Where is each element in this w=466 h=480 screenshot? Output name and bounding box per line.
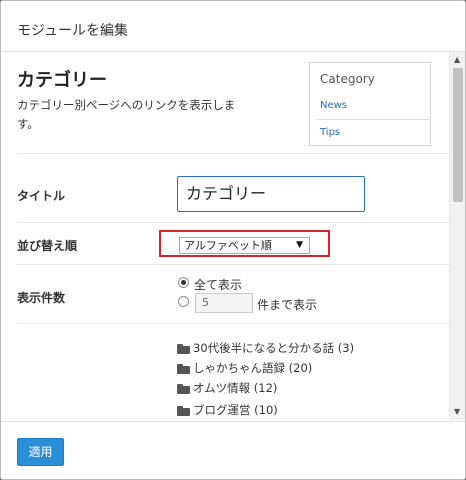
divider (17, 323, 449, 324)
dropdown-arrow-icon: ▼ (296, 240, 303, 250)
title-input[interactable]: カテゴリー (177, 176, 365, 212)
count-limit-input[interactable]: 5 (195, 293, 253, 313)
limit-radio[interactable] (178, 296, 189, 307)
folder-icon (177, 406, 190, 416)
divider (17, 222, 449, 223)
list-item: しゃかちゃん語録 (20) (177, 360, 312, 376)
sort-order-value: アルファベット順 (184, 239, 272, 252)
preview-title: Category (320, 72, 375, 86)
scroll-up-arrow-icon[interactable]: ▲ (454, 56, 460, 64)
limit-suffix-label: 件まで表示 (257, 298, 318, 312)
divider (17, 264, 449, 265)
preview-item-tips: Tips (320, 127, 341, 138)
count-field-label: 表示件数 (17, 291, 66, 305)
dialog-footer: 適用 (1, 421, 465, 479)
dialog-body[interactable]: カテゴリー カテゴリー別ページへのリンクを表示します。 Category New… (1, 52, 449, 420)
show-all-label: 全て表示 (194, 278, 243, 292)
dialog-title: モジュールを編集 (17, 23, 129, 39)
category-label: オムツ情報 (12) (193, 381, 278, 395)
module-title: カテゴリー (17, 70, 107, 91)
list-item: 30代後半になると分かる話 (3) (177, 340, 354, 356)
category-label: 30代後半になると分かる話 (3) (193, 341, 355, 355)
folder-icon (177, 364, 190, 374)
vertical-scrollbar[interactable]: ▲ ▼ (449, 52, 465, 420)
edit-module-dialog: モジュールを編集 カテゴリー カテゴリー別ページへのリンクを表示します。 Cat… (0, 0, 466, 480)
apply-button[interactable]: 適用 (17, 438, 64, 466)
category-preview: Category News Tips (309, 62, 431, 146)
list-item: オムツ情報 (12) (177, 380, 277, 396)
category-label: しゃかちゃん語録 (20) (193, 361, 313, 375)
list-item: ブログ運営 (10) (177, 402, 278, 418)
folder-icon (177, 344, 190, 354)
preview-item-news: News (320, 100, 348, 111)
scroll-down-arrow-icon[interactable]: ▼ (454, 408, 460, 416)
module-description: カテゴリー別ページへのリンクを表示します。 (17, 98, 236, 131)
preview-separator (316, 119, 430, 120)
dialog-header: モジュールを編集 (1, 1, 465, 52)
show-all-radio[interactable] (178, 277, 189, 288)
divider (17, 153, 449, 154)
folder-icon (177, 384, 190, 394)
sort-field-label: 並び替え順 (17, 239, 78, 253)
title-field-label: タイトル (17, 189, 66, 203)
sort-order-select[interactable]: アルファベット順 ▼ (179, 237, 310, 254)
category-label: ブログ運営 (10) (193, 403, 278, 417)
scroll-thumb[interactable] (453, 68, 463, 202)
